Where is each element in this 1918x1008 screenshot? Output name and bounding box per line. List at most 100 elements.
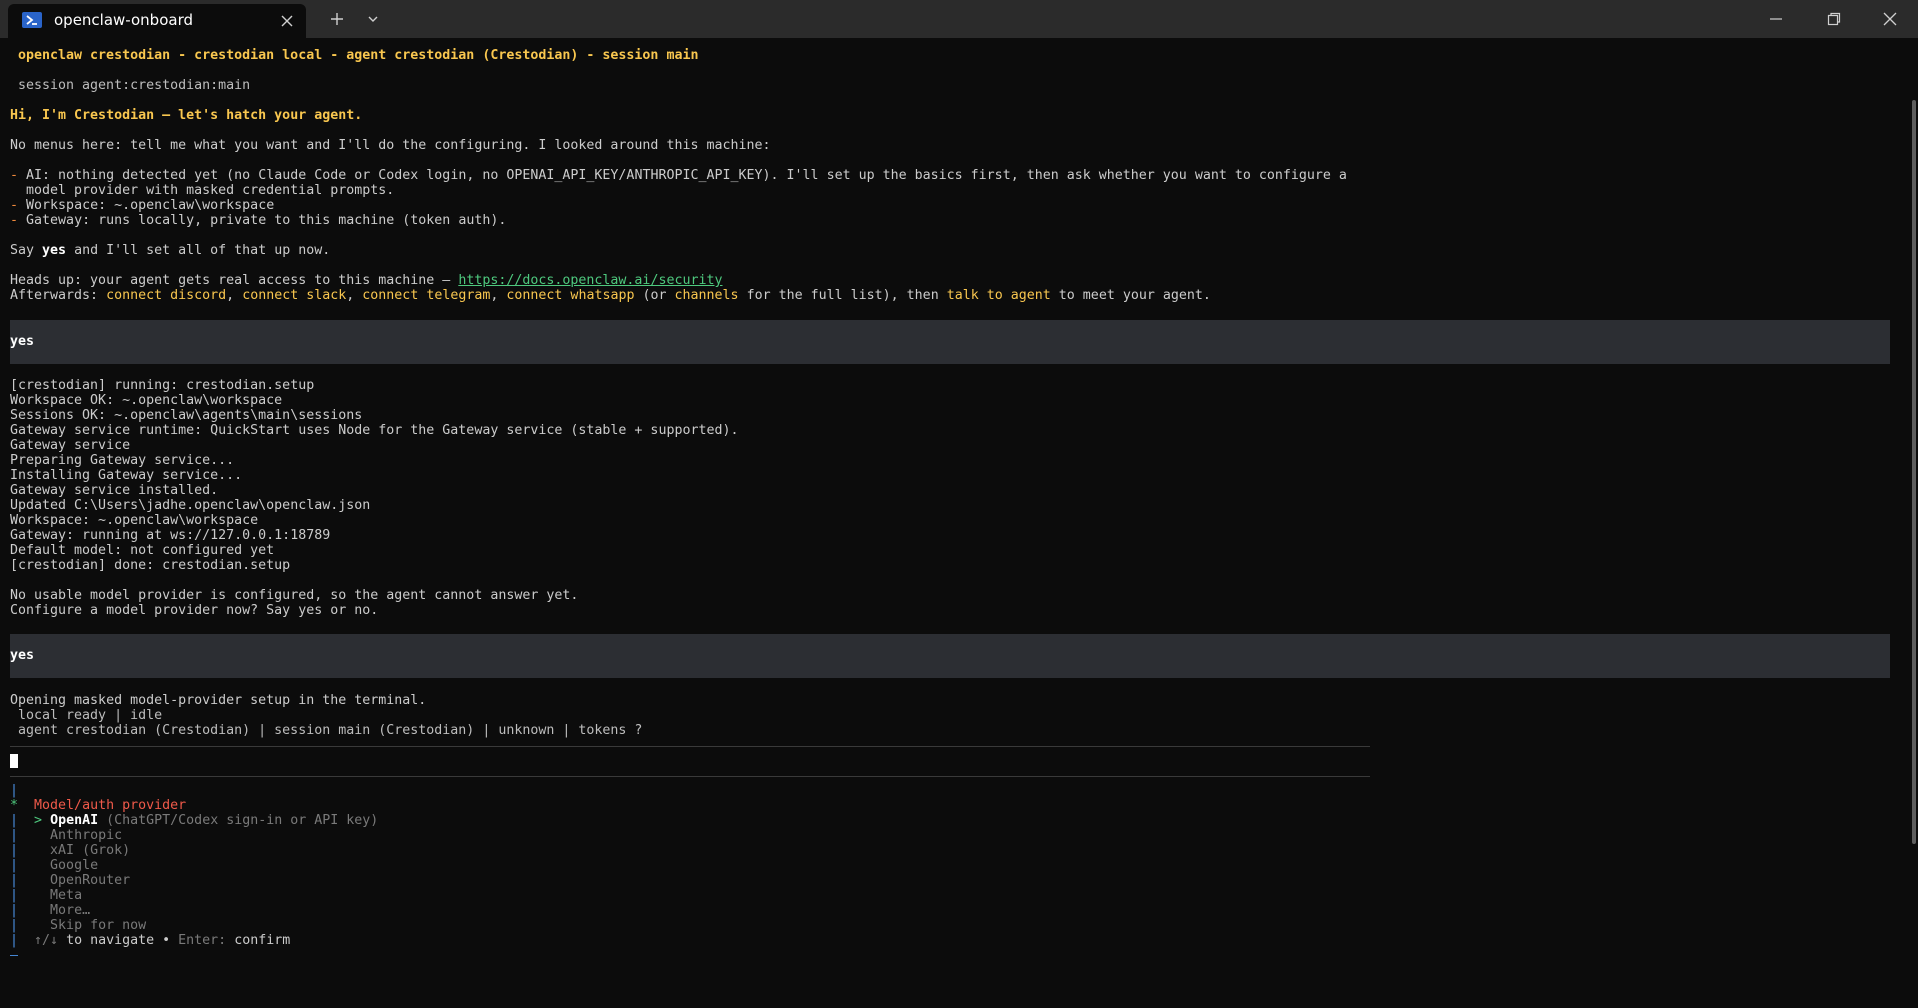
cmd-connect-telegram: connect telegram [362, 288, 491, 303]
cmd-connect-slack: connect slack [242, 288, 347, 303]
after-pre: Afterwards: [10, 288, 107, 303]
terminal-output[interactable]: openclaw crestodian - crestodian local -… [0, 38, 1918, 1008]
say-post: and I'll set all of that up now. [66, 243, 331, 258]
after-mid: (or [634, 288, 675, 303]
maximize-icon [1827, 12, 1841, 26]
option-label: Meta [50, 888, 83, 903]
nav-text: to navigate • [58, 933, 179, 948]
tab-openclaw-onboard[interactable]: openclaw-onboard [8, 4, 306, 38]
picker-active-marker: * [10, 798, 19, 813]
say-pre: Say [10, 243, 43, 258]
close-window-button[interactable] [1862, 0, 1918, 38]
picker-rail: | [10, 813, 19, 828]
option-label: Google [50, 858, 99, 873]
bullet-ai: - AI: nothing detected yet (no Claude Co… [10, 168, 1347, 183]
headsup-text: Heads up: your agent gets real access to… [10, 273, 459, 288]
option-label: More… [50, 903, 91, 918]
log-line: Sessions OK: ~.openclaw\agents\main\sess… [10, 408, 363, 423]
picker-option-anthropic[interactable]: | Anthropic [10, 828, 122, 843]
cmd-talk-to-agent: talk to agent [946, 288, 1051, 303]
session-line: session agent:crestodian:main [18, 78, 251, 93]
bullet-marker: - [10, 213, 19, 228]
picker-rail: | [10, 828, 19, 843]
divider [10, 776, 1370, 777]
bullet-ai-cont: model provider with masked credential pr… [26, 183, 395, 198]
picker-option-google[interactable]: | Google [10, 858, 98, 873]
picker-end-marker: — [10, 948, 19, 963]
minimize-button[interactable] [1748, 0, 1804, 38]
opening-line: Opening masked model-provider setup in t… [10, 693, 427, 708]
option-label: Skip for now [50, 918, 147, 933]
after-end: to meet your agent. [1050, 288, 1211, 303]
option-label: xAI (Grok) [50, 843, 131, 858]
after-sep: , [490, 288, 507, 303]
scrollbar[interactable] [1912, 100, 1916, 844]
picker-rail: | [10, 933, 19, 948]
option-hint: (ChatGPT/Codex sign-in or API key) [106, 813, 379, 828]
provider-prompt-line: Configure a model provider now? Say yes … [10, 603, 379, 618]
input-cursor[interactable] [10, 754, 18, 768]
chevron-right-icon: > [34, 813, 43, 828]
divider [10, 746, 1370, 747]
bullet-workspace: - Workspace: ~.openclaw\workspace [10, 198, 274, 213]
confirm-label: confirm [226, 933, 291, 948]
bullet-gateway: - Gateway: runs locally, private to this… [10, 213, 506, 228]
after-mid2: for the full list), then [738, 288, 947, 303]
say-yes-keyword: yes [42, 243, 67, 258]
status-line: openclaw crestodian - crestodian local -… [18, 48, 699, 63]
powershell-icon [22, 12, 42, 28]
bullet-ai-text: AI: nothing detected yet (no Claude Code… [26, 168, 1347, 183]
user-input-block: yes [10, 634, 1890, 678]
enter-key-label: Enter: [178, 933, 227, 948]
log-line: Gateway service runtime: QuickStart uses… [10, 423, 739, 438]
security-link[interactable]: https://docs.openclaw.ai/security [458, 273, 722, 288]
maximize-button[interactable] [1806, 0, 1862, 38]
option-label: OpenAI [50, 813, 99, 828]
tab-dropdown-button[interactable] [360, 6, 386, 32]
after-sep: , [226, 288, 243, 303]
picker-option-openai[interactable]: | > OpenAI (ChatGPT/Codex sign-in or API… [10, 813, 378, 828]
picker-rail: | [10, 873, 19, 888]
bullet-marker: - [10, 198, 19, 213]
menus-line: No menus here: tell me what you want and… [10, 138, 771, 153]
picker-rail: | [10, 918, 19, 933]
tab-title: openclaw-onboard [54, 11, 193, 29]
log-line: Workspace: ~.openclaw\workspace [10, 513, 259, 528]
nav-arrows-icon: ↑/↓ [34, 933, 59, 948]
user-input-block: yes [10, 320, 1890, 364]
log-line: [crestodian] running: crestodian.setup [10, 378, 315, 393]
picker-rail: | [10, 858, 19, 873]
cmd-connect-discord: connect discord [106, 288, 227, 303]
log-line: [crestodian] done: crestodian.setup [10, 558, 291, 573]
minimize-icon [1770, 18, 1782, 20]
bullet-workspace-text: Workspace: ~.openclaw\workspace [26, 198, 275, 213]
log-line: Gateway service installed. [10, 483, 219, 498]
log-line: Workspace OK: ~.openclaw\workspace [10, 393, 283, 408]
picker-option-xai[interactable]: | xAI (Grok) [10, 843, 130, 858]
user-input-text: yes [10, 334, 35, 349]
user-input-text: yes [10, 648, 35, 663]
picker-option-more[interactable]: | More… [10, 903, 90, 918]
log-line: Gateway service [10, 438, 131, 453]
cmd-channels: channels [674, 288, 739, 303]
after-sep: , [346, 288, 363, 303]
close-icon [1883, 12, 1897, 26]
bullet-marker: - [10, 168, 19, 183]
headsup-line: Heads up: your agent gets real access to… [10, 273, 723, 288]
log-line: Updated C:\Users\jadhe.openclaw\openclaw… [10, 498, 371, 513]
chevron-down-icon [368, 16, 378, 22]
picker-rail: | [10, 783, 19, 798]
picker-option-skip[interactable]: | Skip for now [10, 918, 146, 933]
log-line: Default model: not configured yet [10, 543, 275, 558]
bullet-gateway-text: Gateway: runs locally, private to this m… [26, 213, 507, 228]
plus-icon [331, 13, 343, 25]
picker-rail: | [10, 903, 19, 918]
picker-option-meta[interactable]: | Meta [10, 888, 82, 903]
option-label: Anthropic [50, 828, 123, 843]
picker-help-line: | ↑/↓ to navigate • Enter: confirm [10, 933, 290, 948]
log-line: Installing Gateway service... [10, 468, 243, 483]
cmd-connect-whatsapp: connect whatsapp [506, 288, 635, 303]
close-icon[interactable] [276, 10, 298, 32]
picker-option-openrouter[interactable]: | OpenRouter [10, 873, 130, 888]
new-tab-button[interactable] [324, 6, 350, 32]
